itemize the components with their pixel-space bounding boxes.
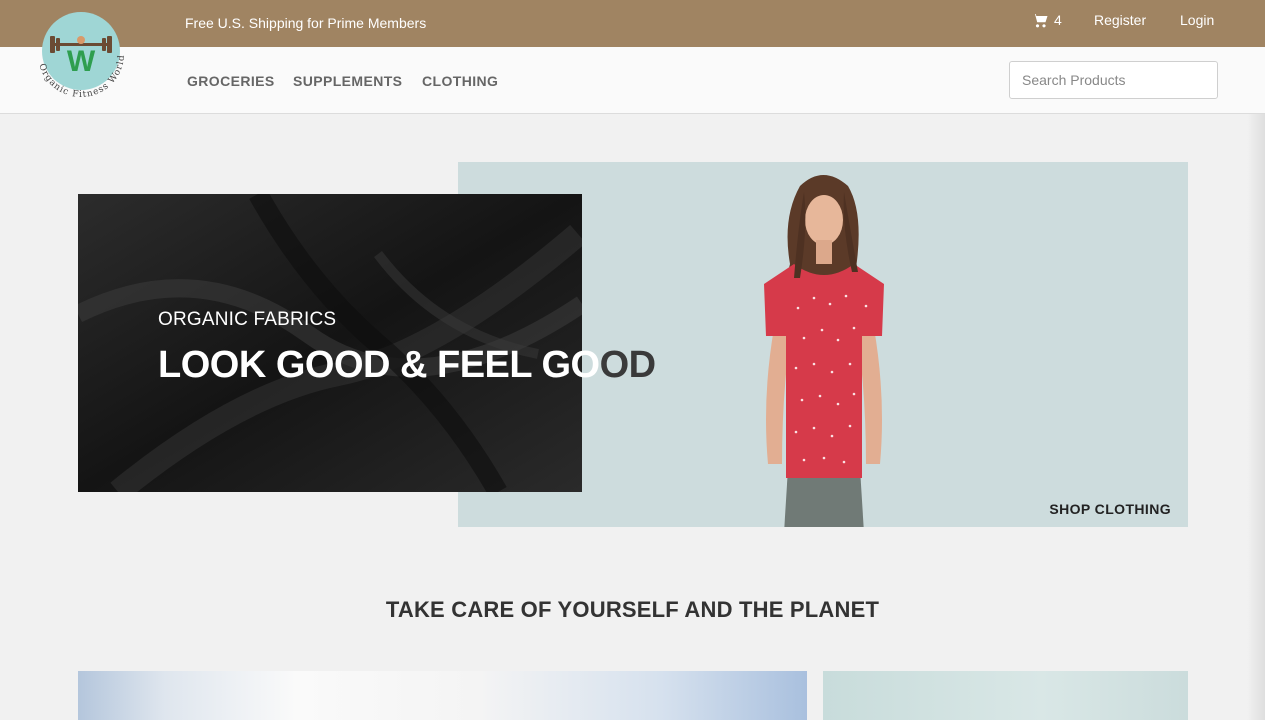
nav-supplements[interactable]: SUPPLEMENTS [293,73,402,89]
hero-title: LOOK GOOD & FEEL GOOD [158,344,656,387]
hero-subtitle: ORGANIC FABRICS [158,309,337,330]
cart-count: 4 [1054,12,1062,28]
model-photo [764,175,884,527]
nav-clothing[interactable]: CLOTHING [422,73,498,89]
fabric-image [78,194,582,492]
login-link[interactable]: Login [1180,12,1214,28]
promo-card-right[interactable] [823,671,1188,720]
top-bar: Free U.S. Shipping for Prime Members 4 R… [0,0,1265,47]
promo-card-left[interactable] [78,671,807,720]
cart-button[interactable]: 4 [1032,12,1062,28]
page-edge-shadow [1247,114,1265,720]
search-input[interactable] [1009,61,1218,99]
cart-icon [1032,13,1048,27]
section-tagline: TAKE CARE OF YOURSELF AND THE PLANET [385,597,880,622]
fabric-banner [78,194,582,492]
hero-title-part-light: LOOK GOOD & FEEL GO [158,344,600,386]
site-logo[interactable]: W Organic Fitness World [28,6,134,106]
main-nav: GROCERIES SUPPLEMENTS CLOTHING [0,47,1265,114]
nav-groceries[interactable]: GROCERIES [187,73,275,89]
register-link[interactable]: Register [1094,12,1146,28]
shop-clothing-link[interactable]: SHOP CLOTHING [1049,501,1171,517]
shipping-promo: Free U.S. Shipping for Prime Members [185,15,427,31]
svg-text:W: W [67,45,96,78]
hero-title-part-dark: OD [599,344,657,386]
